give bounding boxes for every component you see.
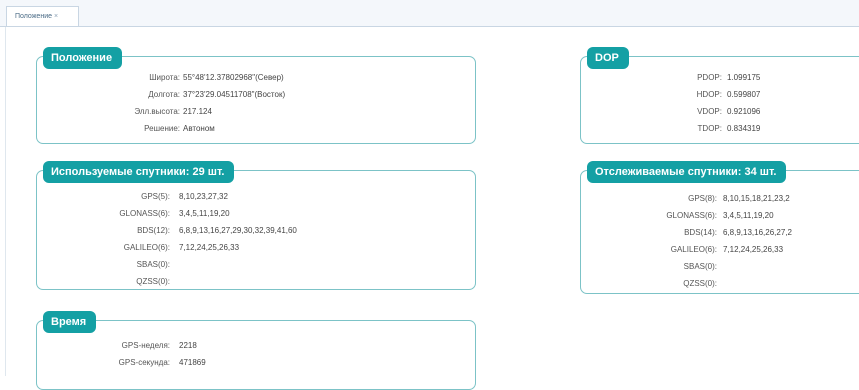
tab-label: Положение bbox=[15, 13, 52, 20]
hdop-value: 0.599807 bbox=[727, 90, 761, 99]
vdop-value: 0.921096 bbox=[727, 107, 761, 116]
tracked-bds-value: 6,8,9,13,16,26,27,2 bbox=[723, 228, 792, 237]
gps-week-label: GPS-неделя: bbox=[121, 341, 170, 350]
tracked-bds-label: BDS(14): bbox=[684, 228, 717, 237]
position-row-height: Элл.высота: 217.124 bbox=[37, 106, 475, 118]
used-satellites-panel: Используемые спутники: 29 шт. GPS(5): 8,… bbox=[36, 161, 476, 290]
used-glonass-label: GLONASS(6): bbox=[119, 209, 170, 218]
tracked-satellites-title: Отслеживаемые спутники: 34 шт. bbox=[587, 161, 787, 183]
solution-label: Решение: bbox=[144, 124, 180, 133]
latitude-label: Широта: bbox=[149, 73, 180, 82]
height-value: 217.124 bbox=[183, 107, 212, 116]
tab-bar: Положение × bbox=[0, 0, 859, 27]
position-row-latitude: Широта: 55°48'12.37802968"(Север) bbox=[37, 72, 475, 84]
tracked-galileo-value: 7,12,24,25,26,33 bbox=[723, 245, 784, 254]
used-row-gps: GPS(5): 8,10,23,27,32 bbox=[37, 191, 475, 203]
dop-row-hdop: HDOP: 0.599807 bbox=[581, 89, 859, 101]
position-title: Положение bbox=[43, 47, 123, 69]
used-galileo-label: GALILEO(6): bbox=[123, 243, 170, 252]
tab-position[interactable]: Положение × bbox=[6, 6, 79, 26]
tracked-glonass-label: GLONASS(6): bbox=[666, 211, 717, 220]
latitude-value: 55°48'12.37802968"(Север) bbox=[183, 73, 284, 82]
longitude-value: 37°23'29.04511708"(Восток) bbox=[183, 90, 286, 99]
tracked-qzss-label: QZSS(0): bbox=[683, 279, 717, 288]
tracked-row-galileo: GALILEO(6): 7,12,24,25,26,33 bbox=[581, 244, 859, 256]
tdop-value: 0.834319 bbox=[727, 124, 761, 133]
solution-value: Автоном bbox=[183, 124, 215, 133]
used-glonass-value: 3,4,5,11,19,20 bbox=[179, 209, 230, 218]
pdop-label: PDOP: bbox=[697, 73, 722, 82]
gps-week-value: 2218 bbox=[179, 341, 197, 350]
vdop-label: VDOP: bbox=[697, 107, 722, 116]
tracked-sbas-label: SBAS(0): bbox=[683, 262, 717, 271]
pdop-value: 1.099175 bbox=[727, 73, 761, 82]
time-title: Время bbox=[43, 311, 97, 333]
position-panel: Положение Широта: 55°48'12.37802968"(Сев… bbox=[36, 47, 476, 144]
close-icon[interactable]: × bbox=[54, 13, 58, 20]
tracked-row-bds: BDS(14): 6,8,9,13,16,26,27,2 bbox=[581, 227, 859, 239]
tracked-row-qzss: QZSS(0): bbox=[581, 278, 859, 290]
tracked-row-gps: GPS(8): 8,10,15,18,21,23,2 bbox=[581, 193, 859, 205]
used-satellites-title: Используемые спутники: 29 шт. bbox=[43, 161, 235, 183]
used-gps-label: GPS(5): bbox=[141, 192, 170, 201]
height-label: Элл.высота: bbox=[134, 107, 180, 116]
position-row-longitude: Долгота: 37°23'29.04511708"(Восток) bbox=[37, 89, 475, 101]
time-row-week: GPS-неделя: 2218 bbox=[37, 340, 475, 352]
tracked-row-sbas: SBAS(0): bbox=[581, 261, 859, 273]
used-row-glonass: GLONASS(6): 3,4,5,11,19,20 bbox=[37, 208, 475, 220]
dop-title: DOP bbox=[587, 47, 629, 69]
position-row-solution: Решение: Автоном bbox=[37, 123, 475, 135]
time-row-second: GPS-секунда: 471869 bbox=[37, 357, 475, 369]
dop-row-pdop: PDOP: 1.099175 bbox=[581, 72, 859, 84]
used-galileo-value: 7,12,24,25,26,33 bbox=[179, 243, 240, 252]
tdop-label: TDOP: bbox=[697, 124, 722, 133]
tracked-galileo-label: GALILEO(6): bbox=[670, 245, 717, 254]
tracked-gps-label: GPS(8): bbox=[688, 194, 717, 203]
gps-second-value: 471869 bbox=[179, 358, 206, 367]
dop-panel: DOP PDOP: 1.099175 HDOP: 0.599807 VDOP: … bbox=[580, 47, 859, 144]
used-row-galileo: GALILEO(6): 7,12,24,25,26,33 bbox=[37, 242, 475, 254]
tracked-row-glonass: GLONASS(6): 3,4,5,11,19,20 bbox=[581, 210, 859, 222]
used-sbas-label: SBAS(0): bbox=[136, 260, 170, 269]
dop-row-tdop: TDOP: 0.834319 bbox=[581, 123, 859, 135]
used-row-qzss: QZSS(0): bbox=[37, 276, 475, 288]
time-panel: Время GPS-неделя: 2218 GPS-секунда: 4718… bbox=[36, 311, 476, 390]
tracked-gps-value: 8,10,15,18,21,23,2 bbox=[723, 194, 790, 203]
dop-row-vdop: VDOP: 0.921096 bbox=[581, 106, 859, 118]
used-gps-value: 8,10,23,27,32 bbox=[179, 192, 228, 201]
used-bds-label: BDS(12): bbox=[137, 226, 170, 235]
hdop-label: HDOP: bbox=[696, 90, 722, 99]
tracked-satellites-panel: Отслеживаемые спутники: 34 шт. GPS(8): 8… bbox=[580, 161, 859, 294]
gps-second-label: GPS-секунда: bbox=[118, 358, 170, 367]
used-row-bds: BDS(12): 6,8,9,13,16,27,29,30,32,39,41,6… bbox=[37, 225, 475, 237]
tracked-glonass-value: 3,4,5,11,19,20 bbox=[723, 211, 774, 220]
panel-border bbox=[5, 27, 6, 376]
longitude-label: Долгота: bbox=[148, 90, 180, 99]
used-qzss-label: QZSS(0): bbox=[136, 277, 170, 286]
used-bds-value: 6,8,9,13,16,27,29,30,32,39,41,60 bbox=[179, 226, 297, 235]
used-row-sbas: SBAS(0): bbox=[37, 259, 475, 271]
